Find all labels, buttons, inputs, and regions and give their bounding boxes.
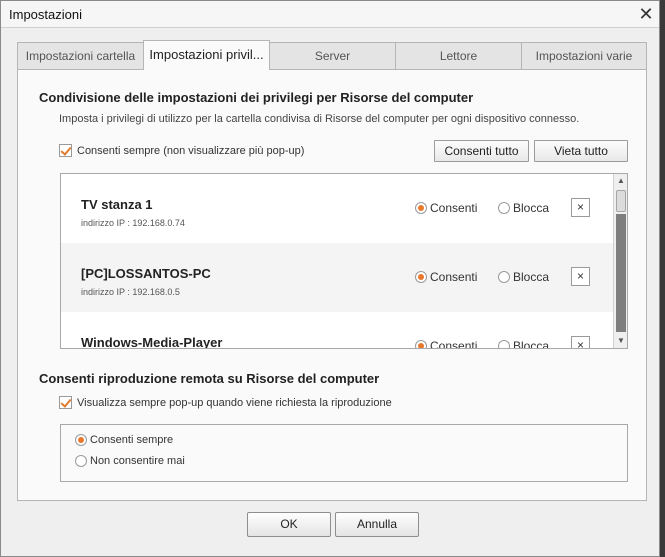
deny-all-button[interactable]: Vieta tutto — [534, 140, 628, 162]
block-radio[interactable]: Blocca — [498, 201, 549, 215]
remove-device-button[interactable]: × — [571, 336, 590, 348]
block-label: Blocca — [513, 339, 550, 348]
radio-selected-icon — [415, 340, 427, 348]
radio-unselected-icon — [498, 202, 510, 214]
allow-radio[interactable]: Consenti — [415, 201, 477, 215]
scroll-down-arrow-icon[interactable]: ▼ — [614, 334, 627, 348]
privileges-heading: Condivisione delle impostazioni dei priv… — [39, 90, 474, 105]
popup-label: Visualizza sempre pop-up quando viene ri… — [77, 396, 392, 409]
block-radio[interactable]: Blocca — [498, 270, 549, 284]
remove-device-button[interactable]: × — [571, 198, 590, 217]
tab-server[interactable]: Server — [269, 42, 396, 69]
device-ip: indirizzo IP : 192.168.0.74 — [81, 218, 185, 228]
device-list-viewport: TV stanza 1 indirizzo IP : 192.168.0.74 … — [61, 174, 613, 348]
device-name: Windows-Media-Player — [81, 335, 223, 348]
radio-unselected-icon — [498, 271, 510, 283]
window-title: Impostazioni — [9, 7, 82, 22]
block-label: Blocca — [513, 201, 550, 215]
radio-selected-icon — [415, 271, 427, 283]
allow-radio[interactable]: Consenti — [415, 339, 477, 348]
close-icon[interactable]: ✕ — [637, 4, 655, 24]
allow-all-button[interactable]: Consenti tutto — [434, 140, 529, 162]
always-allow-radio[interactable]: Consenti sempre — [75, 434, 173, 446]
tab-player[interactable]: Lettore — [395, 42, 522, 69]
radio-selected-icon — [75, 434, 87, 446]
radio-unselected-icon — [498, 340, 510, 348]
always-allow-option-label: Consenti sempre — [90, 434, 174, 446]
tab-misc-settings[interactable]: Impostazioni varie — [521, 42, 647, 69]
block-label: Blocca — [513, 270, 550, 284]
allow-label: Consenti — [430, 270, 478, 284]
tab-bar: Impostazioni cartella Impostazioni privi… — [17, 40, 647, 70]
device-row: [PC]LOSSANTOS-PC indirizzo IP : 192.168.… — [61, 243, 613, 312]
scrollbar-track[interactable] — [616, 214, 626, 332]
radio-selected-icon — [415, 202, 427, 214]
tab-panel: Condivisione delle impostazioni dei priv… — [17, 69, 647, 501]
device-list: TV stanza 1 indirizzo IP : 192.168.0.74 … — [60, 173, 628, 349]
remove-device-button[interactable]: × — [571, 267, 590, 286]
remote-options-box: Consenti sempre Non consentire mai — [60, 424, 628, 482]
cancel-button[interactable]: Annulla — [335, 512, 419, 537]
remote-heading: Consenti riproduzione remota su Risorse … — [39, 371, 380, 386]
never-allow-option-label: Non consentire mai — [90, 455, 185, 467]
scroll-up-arrow-icon[interactable]: ▲ — [614, 174, 627, 188]
device-row: TV stanza 1 indirizzo IP : 192.168.0.74 … — [61, 174, 613, 243]
device-ip: indirizzo IP : 192.168.0.5 — [81, 287, 180, 297]
radio-unselected-icon — [75, 455, 87, 467]
checkbox-checked-icon — [59, 144, 72, 157]
always-allow-label: Consenti sempre (non visualizzare più po… — [77, 144, 305, 157]
scrollbar-thumb[interactable] — [616, 190, 626, 212]
allow-label: Consenti — [430, 201, 478, 215]
checkbox-checked-icon — [59, 396, 72, 409]
device-name: [PC]LOSSANTOS-PC — [81, 266, 211, 281]
title-bar: Impostazioni ✕ — [1, 1, 659, 28]
tab-privilege-settings[interactable]: Impostazioni privil... — [143, 40, 270, 70]
allow-label: Consenti — [430, 339, 478, 348]
block-radio[interactable]: Blocca — [498, 339, 549, 348]
device-row: Windows-Media-Player Consenti Blocca × — [61, 312, 613, 348]
allow-radio[interactable]: Consenti — [415, 270, 477, 284]
device-list-scrollbar[interactable]: ▲ ▼ — [613, 174, 627, 348]
device-name: TV stanza 1 — [81, 197, 153, 212]
privileges-description: Imposta i privilegi di utilizzo per la c… — [59, 113, 580, 125]
tab-folder-settings[interactable]: Impostazioni cartella — [17, 42, 144, 69]
always-allow-checkbox[interactable]: Consenti sempre (non visualizzare più po… — [59, 144, 304, 157]
popup-checkbox[interactable]: Visualizza sempre pop-up quando viene ri… — [59, 396, 392, 409]
never-allow-radio[interactable]: Non consentire mai — [75, 455, 185, 467]
settings-dialog: Impostazioni ✕ Impostazioni cartella Imp… — [0, 0, 660, 557]
ok-button[interactable]: OK — [247, 512, 331, 537]
